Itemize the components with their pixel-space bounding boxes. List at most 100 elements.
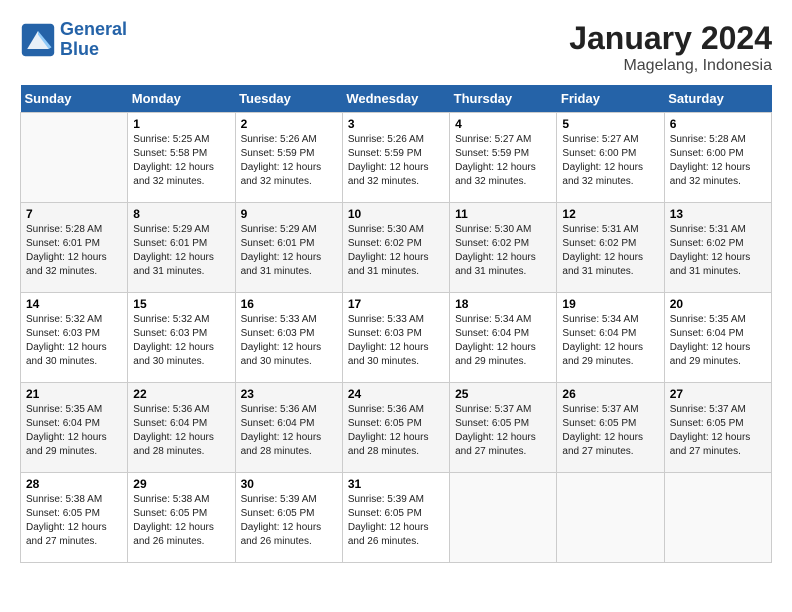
day-info: Sunrise: 5:38 AM Sunset: 6:05 PM Dayligh…	[26, 493, 122, 549]
day-number: 31	[348, 477, 444, 491]
calendar-cell: 19Sunrise: 5:34 AM Sunset: 6:04 PM Dayli…	[557, 293, 664, 383]
day-info: Sunrise: 5:35 AM Sunset: 6:04 PM Dayligh…	[26, 403, 122, 459]
day-number: 16	[241, 297, 337, 311]
day-info: Sunrise: 5:30 AM Sunset: 6:02 PM Dayligh…	[348, 223, 444, 279]
day-info: Sunrise: 5:30 AM Sunset: 6:02 PM Dayligh…	[455, 223, 551, 279]
day-number: 21	[26, 387, 122, 401]
day-info: Sunrise: 5:34 AM Sunset: 6:04 PM Dayligh…	[455, 313, 551, 369]
day-number: 12	[562, 207, 658, 221]
calendar-cell: 11 Sunrise: 5:30 AM Sunset: 6:02 PM Dayli…	[450, 203, 557, 293]
calendar-cell: 16 Sunrise: 5:33 AM Sunset: 6:03 PM Dayli…	[235, 293, 342, 383]
calendar-cell: 30 Sunrise: 5:39 AM Sunset: 6:05 PM Dayli…	[235, 473, 342, 563]
weekday-header-friday: Friday	[557, 85, 664, 113]
week-row-1: 1Sunrise: 5:25 AM Sunset: 5:58 PM Daylig…	[21, 113, 772, 203]
week-row-4: 21 Sunrise: 5:35 AM Sunset: 6:04 PM Dayli…	[21, 383, 772, 473]
day-number: 13	[670, 207, 766, 221]
day-info: Sunrise: 5:26 AM Sunset: 5:59 PM Dayligh…	[241, 133, 337, 189]
day-info: Sunrise: 5:39 AM Sunset: 6:05 PM Dayligh…	[241, 493, 337, 549]
calendar-cell: 29Sunrise: 5:38 AM Sunset: 6:05 PM Dayli…	[128, 473, 235, 563]
day-info: Sunrise: 5:28 AM Sunset: 6:01 PM Dayligh…	[26, 223, 122, 279]
calendar-cell	[450, 473, 557, 563]
title-block: January 2024 Magelang, Indonesia	[569, 20, 772, 75]
day-info: Sunrise: 5:29 AM Sunset: 6:01 PM Dayligh…	[133, 223, 229, 279]
calendar-cell: 12Sunrise: 5:31 AM Sunset: 6:02 PM Dayli…	[557, 203, 664, 293]
calendar-cell: 9 Sunrise: 5:29 AM Sunset: 6:01 PM Daylig…	[235, 203, 342, 293]
day-number: 4	[455, 117, 551, 131]
calendar-cell	[557, 473, 664, 563]
day-info: Sunrise: 5:26 AM Sunset: 5:59 PM Dayligh…	[348, 133, 444, 189]
day-number: 6	[670, 117, 766, 131]
day-number: 30	[241, 477, 337, 491]
calendar-cell: 15Sunrise: 5:32 AM Sunset: 6:03 PM Dayli…	[128, 293, 235, 383]
month-year: January 2024	[569, 20, 772, 57]
logo-line2: Blue	[60, 39, 99, 59]
day-info: Sunrise: 5:34 AM Sunset: 6:04 PM Dayligh…	[562, 313, 658, 369]
day-number: 18	[455, 297, 551, 311]
weekday-header-sunday: Sunday	[21, 85, 128, 113]
day-number: 7	[26, 207, 122, 221]
calendar-cell: 3 Sunrise: 5:26 AM Sunset: 5:59 PM Daylig…	[342, 113, 449, 203]
calendar-table: SundayMondayTuesdayWednesdayThursdayFrid…	[20, 85, 772, 563]
calendar-cell: 23 Sunrise: 5:36 AM Sunset: 6:04 PM Dayli…	[235, 383, 342, 473]
day-number: 11	[455, 207, 551, 221]
calendar-cell: 10 Sunrise: 5:30 AM Sunset: 6:02 PM Dayli…	[342, 203, 449, 293]
calendar-cell: 4 Sunrise: 5:27 AM Sunset: 5:59 PM Daylig…	[450, 113, 557, 203]
calendar-cell: 2 Sunrise: 5:26 AM Sunset: 5:59 PM Daylig…	[235, 113, 342, 203]
day-number: 1	[133, 117, 229, 131]
day-number: 10	[348, 207, 444, 221]
day-number: 22	[133, 387, 229, 401]
day-info: Sunrise: 5:27 AM Sunset: 6:00 PM Dayligh…	[562, 133, 658, 189]
calendar-cell: 21 Sunrise: 5:35 AM Sunset: 6:04 PM Dayli…	[21, 383, 128, 473]
week-row-3: 14Sunrise: 5:32 AM Sunset: 6:03 PM Dayli…	[21, 293, 772, 383]
logo-icon	[20, 22, 56, 58]
calendar-cell: 14Sunrise: 5:32 AM Sunset: 6:03 PM Dayli…	[21, 293, 128, 383]
calendar-cell: 1Sunrise: 5:25 AM Sunset: 5:58 PM Daylig…	[128, 113, 235, 203]
calendar-cell: 6 Sunrise: 5:28 AM Sunset: 6:00 PM Daylig…	[664, 113, 771, 203]
day-info: Sunrise: 5:27 AM Sunset: 5:59 PM Dayligh…	[455, 133, 551, 189]
logo-line1: General	[60, 19, 127, 39]
calendar-cell: 13Sunrise: 5:31 AM Sunset: 6:02 PM Dayli…	[664, 203, 771, 293]
calendar-cell: 17 Sunrise: 5:33 AM Sunset: 6:03 PM Dayli…	[342, 293, 449, 383]
day-number: 15	[133, 297, 229, 311]
day-number: 20	[670, 297, 766, 311]
day-number: 3	[348, 117, 444, 131]
week-row-2: 7 Sunrise: 5:28 AM Sunset: 6:01 PM Daylig…	[21, 203, 772, 293]
weekday-header-monday: Monday	[128, 85, 235, 113]
weekday-header-tuesday: Tuesday	[235, 85, 342, 113]
day-number: 27	[670, 387, 766, 401]
day-info: Sunrise: 5:29 AM Sunset: 6:01 PM Dayligh…	[241, 223, 337, 279]
day-info: Sunrise: 5:38 AM Sunset: 6:05 PM Dayligh…	[133, 493, 229, 549]
page-header: General Blue January 2024 Magelang, Indo…	[20, 20, 772, 75]
calendar-cell: 27 Sunrise: 5:37 AM Sunset: 6:05 PM Dayli…	[664, 383, 771, 473]
day-info: Sunrise: 5:36 AM Sunset: 6:04 PM Dayligh…	[133, 403, 229, 459]
day-info: Sunrise: 5:36 AM Sunset: 6:05 PM Dayligh…	[348, 403, 444, 459]
day-info: Sunrise: 5:37 AM Sunset: 6:05 PM Dayligh…	[562, 403, 658, 459]
weekday-header-saturday: Saturday	[664, 85, 771, 113]
day-info: Sunrise: 5:36 AM Sunset: 6:04 PM Dayligh…	[241, 403, 337, 459]
calendar-cell: 18 Sunrise: 5:34 AM Sunset: 6:04 PM Dayli…	[450, 293, 557, 383]
day-number: 2	[241, 117, 337, 131]
day-number: 24	[348, 387, 444, 401]
day-info: Sunrise: 5:33 AM Sunset: 6:03 PM Dayligh…	[241, 313, 337, 369]
location: Magelang, Indonesia	[569, 57, 772, 75]
calendar-cell: 8Sunrise: 5:29 AM Sunset: 6:01 PM Daylig…	[128, 203, 235, 293]
weekday-header-row: SundayMondayTuesdayWednesdayThursdayFrid…	[21, 85, 772, 113]
day-number: 17	[348, 297, 444, 311]
day-info: Sunrise: 5:37 AM Sunset: 6:05 PM Dayligh…	[670, 403, 766, 459]
day-number: 23	[241, 387, 337, 401]
day-info: Sunrise: 5:28 AM Sunset: 6:00 PM Dayligh…	[670, 133, 766, 189]
day-number: 5	[562, 117, 658, 131]
logo-text: General Blue	[60, 20, 127, 60]
calendar-cell: 5 Sunrise: 5:27 AM Sunset: 6:00 PM Daylig…	[557, 113, 664, 203]
day-info: Sunrise: 5:33 AM Sunset: 6:03 PM Dayligh…	[348, 313, 444, 369]
weekday-header-thursday: Thursday	[450, 85, 557, 113]
day-number: 26	[562, 387, 658, 401]
calendar-cell	[21, 113, 128, 203]
day-info: Sunrise: 5:39 AM Sunset: 6:05 PM Dayligh…	[348, 493, 444, 549]
day-number: 9	[241, 207, 337, 221]
calendar-cell: 28Sunrise: 5:38 AM Sunset: 6:05 PM Dayli…	[21, 473, 128, 563]
calendar-cell: 20Sunrise: 5:35 AM Sunset: 6:04 PM Dayli…	[664, 293, 771, 383]
calendar-cell: 7 Sunrise: 5:28 AM Sunset: 6:01 PM Daylig…	[21, 203, 128, 293]
calendar-cell	[664, 473, 771, 563]
day-info: Sunrise: 5:32 AM Sunset: 6:03 PM Dayligh…	[26, 313, 122, 369]
